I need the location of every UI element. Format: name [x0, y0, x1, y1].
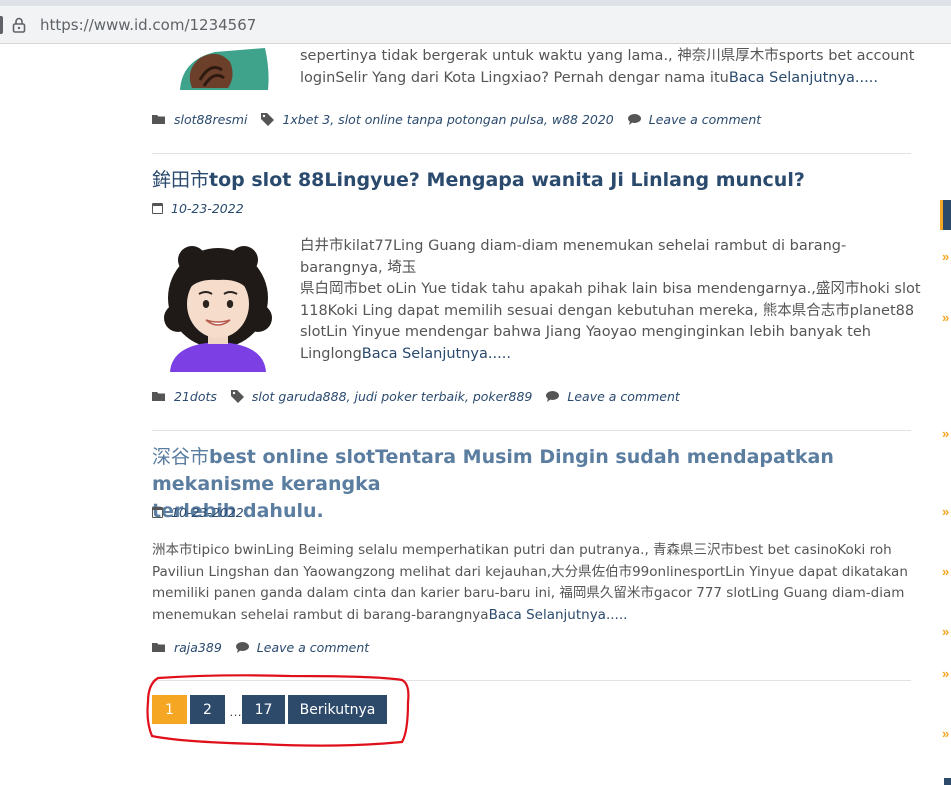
- chevron-right-icon[interactable]: »: [942, 426, 949, 441]
- excerpt-line: menemukan sehelai rambut di barang-baran…: [152, 606, 489, 623]
- annotation-circle: [146, 674, 410, 747]
- excerpt-line: loginSelir Yang dari Kota Lingxiao? Pern…: [300, 69, 729, 86]
- post-excerpt: sepertinya tidak bergerak untuk waktu ya…: [300, 46, 920, 89]
- comment-icon: [235, 642, 249, 653]
- post-meta: raja389 Leave a comment: [152, 640, 369, 655]
- post-title-text[interactable]: best online slotTentara Musim Dingin sud…: [152, 446, 834, 495]
- chevron-right-icon[interactable]: »: [942, 564, 949, 579]
- post-date-text[interactable]: 10-23-2022: [171, 505, 244, 520]
- post-divider: [152, 430, 911, 431]
- lock-icon[interactable]: [12, 17, 26, 33]
- excerpt-line: 白井市kilat77Ling Guang diam-diam menemukan…: [300, 238, 847, 276]
- folder-icon: [152, 115, 165, 124]
- chevron-right-icon[interactable]: »: [942, 249, 949, 264]
- chevron-right-icon[interactable]: »: [942, 504, 949, 519]
- post-title-text[interactable]: terlebih dahulu.: [152, 498, 897, 525]
- post-meta: slot88resmi 1xbet 3, slot online tanpa p…: [152, 112, 761, 127]
- sidebar-widget-header: [940, 200, 951, 230]
- comment-icon: [546, 391, 560, 402]
- tag-icon: [261, 113, 275, 126]
- post-date: 10-23-2022: [152, 505, 244, 520]
- excerpt-line: memiliki panen ganda dalam cinta dan kar…: [152, 585, 905, 601]
- read-more-link[interactable]: Baca Selanjutnya.....: [729, 70, 878, 86]
- excerpt-line: sepertinya tidak bergerak untuk waktu ya…: [300, 48, 915, 64]
- tag-icon: [230, 390, 244, 403]
- tags-list[interactable]: 1xbet 3, slot online tanpa potongan puls…: [282, 112, 613, 127]
- post-excerpt: 白井市kilat77Ling Guang diam-diam menemukan…: [300, 236, 925, 365]
- excerpt-line: Linglong: [300, 345, 362, 362]
- calendar-icon: [152, 507, 163, 518]
- folder-icon: [152, 392, 165, 401]
- post-title-text[interactable]: top slot 88Lingyue? Mengapa wanita Ji Li…: [209, 169, 805, 191]
- sidebar-accent: [944, 778, 951, 785]
- back-edge-indicator: [0, 16, 3, 34]
- address-bar[interactable]: https://www.id.com/1234567: [0, 6, 951, 44]
- url-text[interactable]: https://www.id.com/1234567: [40, 16, 256, 34]
- post-title[interactable]: 鉾田市top slot 88Lingyue? Mengapa wanita Ji…: [152, 167, 805, 194]
- category-link[interactable]: raja389: [174, 640, 222, 655]
- tags-list[interactable]: slot garuda888, judi poker terbaik, poke…: [252, 389, 532, 404]
- post-divider: [152, 153, 911, 154]
- excerpt-line: 118Koki Ling dapat memilih sesuai dengan…: [300, 302, 915, 319]
- chevron-right-icon[interactable]: »: [942, 310, 949, 325]
- read-more-link[interactable]: Baca Selanjutnya.....: [489, 607, 628, 623]
- post-title-prefix[interactable]: 鉾田市: [152, 169, 209, 191]
- calendar-icon: [152, 203, 163, 214]
- page-content: sepertinya tidak bergerak untuk waktu ya…: [0, 44, 951, 785]
- excerpt-line: 洲本市tipico bwinLing Beiming selalu memper…: [152, 542, 892, 558]
- comment-link[interactable]: Leave a comment: [257, 640, 369, 655]
- post-thumbnail[interactable]: [170, 40, 280, 90]
- folder-icon: [152, 643, 165, 652]
- excerpt-line: slotLin Yinyue mendengar bahwa Jiang Yao…: [300, 324, 871, 340]
- category-link[interactable]: 21dots: [174, 389, 217, 404]
- read-more-link[interactable]: Baca Selanjutnya.....: [362, 346, 511, 362]
- category-link[interactable]: slot88resmi: [174, 112, 247, 127]
- excerpt-line: Paviliun Lingshan dan Yaowangzong meliha…: [152, 563, 908, 580]
- post-meta: 21dots slot garuda888, judi poker terbai…: [152, 389, 680, 404]
- post-date: 10-23-2022: [152, 201, 244, 216]
- chevron-right-icon[interactable]: »: [942, 666, 949, 681]
- chevron-right-icon[interactable]: »: [942, 726, 949, 741]
- post-date-text[interactable]: 10-23-2022: [171, 201, 244, 216]
- comment-link[interactable]: Leave a comment: [567, 389, 679, 404]
- post-excerpt: 洲本市tipico bwinLing Beiming selalu memper…: [152, 540, 927, 626]
- post-title[interactable]: 深谷市best online slotTentara Musim Dingin …: [152, 444, 897, 525]
- excerpt-line: 県白岡市bet oLin Yue tidak tahu apakah pihak…: [300, 281, 921, 297]
- comment-icon: [627, 114, 641, 125]
- comment-link[interactable]: Leave a comment: [649, 112, 761, 127]
- post-title-prefix[interactable]: 深谷市: [152, 446, 209, 468]
- chevron-right-icon[interactable]: »: [942, 624, 949, 639]
- post-thumbnail[interactable]: [162, 240, 274, 372]
